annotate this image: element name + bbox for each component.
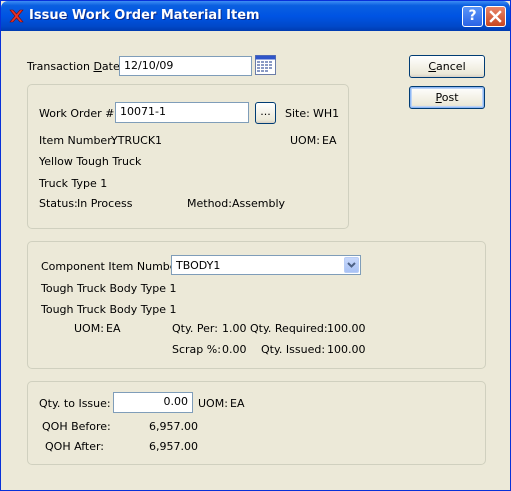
chevron-down-icon — [347, 262, 356, 268]
qty-per-value: 1.00 — [222, 322, 247, 335]
qty-issued-value: 100.00 — [327, 343, 366, 356]
method-value: Assembly — [232, 197, 286, 210]
dialog-window: Issue Work Order Material Item ? Transac… — [0, 0, 511, 491]
post-button[interactable]: Post — [409, 86, 485, 109]
work-order-uom-label: UOM: — [290, 134, 320, 147]
component-description-1: Tough Truck Body Type 1 — [41, 282, 177, 295]
qty-to-issue-label: Qty. to Issue: — [39, 397, 111, 410]
status-label: Status: — [39, 197, 78, 210]
transaction-date-field[interactable]: 12/10/09 — [119, 56, 252, 76]
site-label: Site: — [285, 107, 310, 120]
issue-uom-label: UOM: — [198, 397, 228, 410]
scrap-label: Scrap %: — [172, 343, 221, 356]
qty-to-issue-field[interactable]: 0.00 — [113, 392, 193, 413]
component-item-value: TBODY1 — [176, 259, 221, 272]
work-order-field[interactable]: 10071-1 — [115, 102, 249, 123]
qty-issued-label: Qty. Issued: — [261, 343, 326, 356]
scrap-value: 0.00 — [222, 343, 247, 356]
question-mark-icon: ? — [468, 8, 477, 24]
title-bar[interactable]: Issue Work Order Material Item ? — [1, 1, 510, 31]
component-description-2: Tough Truck Body Type 1 — [41, 303, 177, 316]
method-label: Method: — [187, 197, 232, 210]
close-icon — [489, 10, 502, 23]
transaction-date-label: Transaction Date: — [27, 60, 124, 73]
dropdown-button[interactable] — [344, 257, 359, 273]
qty-required-label: Qty. Required: — [250, 322, 328, 335]
component-uom-value: EA — [106, 322, 121, 335]
component-item-combobox[interactable]: TBODY1 — [171, 255, 361, 275]
site-value: WH1 — [313, 107, 340, 120]
qoh-after-label: QOH After: — [45, 440, 105, 453]
app-logo-icon — [9, 9, 24, 23]
issue-uom-value: EA — [230, 397, 245, 410]
calendar-icon[interactable] — [255, 55, 276, 75]
window-title: Issue Work Order Material Item — [29, 8, 260, 23]
status-value: In Process — [77, 197, 133, 210]
item-description-1: Yellow Tough Truck — [39, 155, 142, 168]
work-order-label: Work Order #: — [39, 107, 119, 120]
dialog-body: Transaction Date: 12/10/09 Cancel Post W… — [4, 31, 507, 488]
component-item-label: Component Item Number: — [41, 260, 185, 273]
item-number-value: YTRUCK1 — [111, 134, 163, 147]
cancel-button[interactable]: Cancel — [409, 55, 485, 78]
item-number-label: Item Number: — [39, 134, 116, 147]
help-button[interactable]: ? — [462, 6, 483, 27]
qty-per-label: Qty. Per: — [172, 322, 218, 335]
qoh-before-label: QOH Before: — [42, 420, 111, 433]
qoh-before-value: 6,957.00 — [149, 420, 198, 433]
work-order-uom-value: EA — [322, 134, 337, 147]
qoh-after-value: 6,957.00 — [149, 440, 198, 453]
close-button[interactable] — [485, 6, 506, 27]
work-order-lookup-button[interactable]: ... — [255, 102, 276, 124]
item-description-2: Truck Type 1 — [39, 177, 108, 190]
qty-required-value: 100.00 — [327, 322, 366, 335]
component-uom-label: UOM: — [74, 322, 104, 335]
